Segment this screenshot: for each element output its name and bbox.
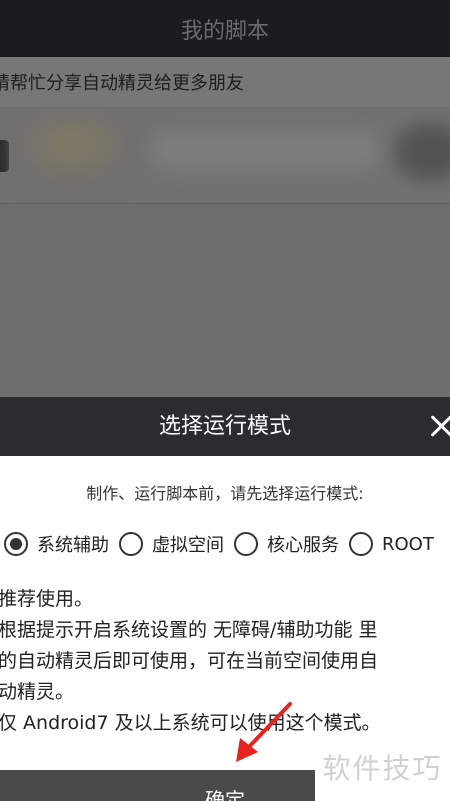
close-icon[interactable] <box>428 413 450 439</box>
watermark: 软件技巧 <box>315 733 450 801</box>
dialog-body: 制作、运行脚本前，请先选择运行模式: 系统辅助 虚拟空间 核心服务 ROOT 推… <box>0 456 450 770</box>
share-banner[interactable]: 请帮忙分享自动精灵给更多朋友 <box>0 57 450 107</box>
description-line: 动精灵。 <box>0 681 75 703</box>
mode-description: 推荐使用。 根据提示开启系统设置的 无障碍/辅助功能 里 的自动精灵后即可使用，… <box>0 584 450 739</box>
radio-option-virtual-space[interactable]: 虚拟空间 <box>119 531 224 557</box>
app-header: 我的脚本 <box>0 0 450 57</box>
dimmed-overlay <box>0 205 450 397</box>
radio-label: 核心服务 <box>267 535 339 556</box>
description-line: 推荐使用。 <box>0 588 94 610</box>
radio-checked-icon[interactable] <box>4 532 28 556</box>
watermark-text: 软件技巧 <box>322 752 443 785</box>
app-title: 我的脚本 <box>180 18 269 44</box>
mode-prompt: 制作、运行脚本前，请先选择运行模式: <box>86 484 364 503</box>
radio-unchecked-icon[interactable] <box>349 532 373 556</box>
dialog-title: 选择运行模式 <box>158 414 291 439</box>
radio-unchecked-icon[interactable] <box>119 532 143 556</box>
share-banner-text: 请帮忙分享自动精灵给更多朋友 <box>0 73 244 94</box>
mode-radio-group: 系统辅助 虚拟空间 核心服务 ROOT <box>0 526 450 562</box>
radio-label: 虚拟空间 <box>152 535 224 556</box>
dialog-header: 选择运行模式 <box>0 397 450 456</box>
script-thumbnail <box>12 116 132 186</box>
radio-option-system-assist[interactable]: 系统辅助 <box>4 531 109 557</box>
radio-option-core-service[interactable]: 核心服务 <box>234 531 339 557</box>
description-line: 根据提示开启系统设置的 无障碍/辅助功能 里 <box>0 619 378 641</box>
script-info-blurred <box>150 130 380 170</box>
radio-option-root[interactable]: ROOT <box>349 532 434 556</box>
radio-unchecked-icon[interactable] <box>234 532 258 556</box>
radio-label: 系统辅助 <box>37 535 109 556</box>
description-line: 的自动精灵后即可使用，可在当前空间使用自 <box>0 650 379 672</box>
radio-label: ROOT <box>382 533 434 555</box>
annotation-arrow-icon <box>236 702 292 762</box>
script-action-button[interactable] <box>395 124 450 180</box>
card-edge-handle <box>0 140 9 172</box>
script-card[interactable] <box>0 108 450 204</box>
